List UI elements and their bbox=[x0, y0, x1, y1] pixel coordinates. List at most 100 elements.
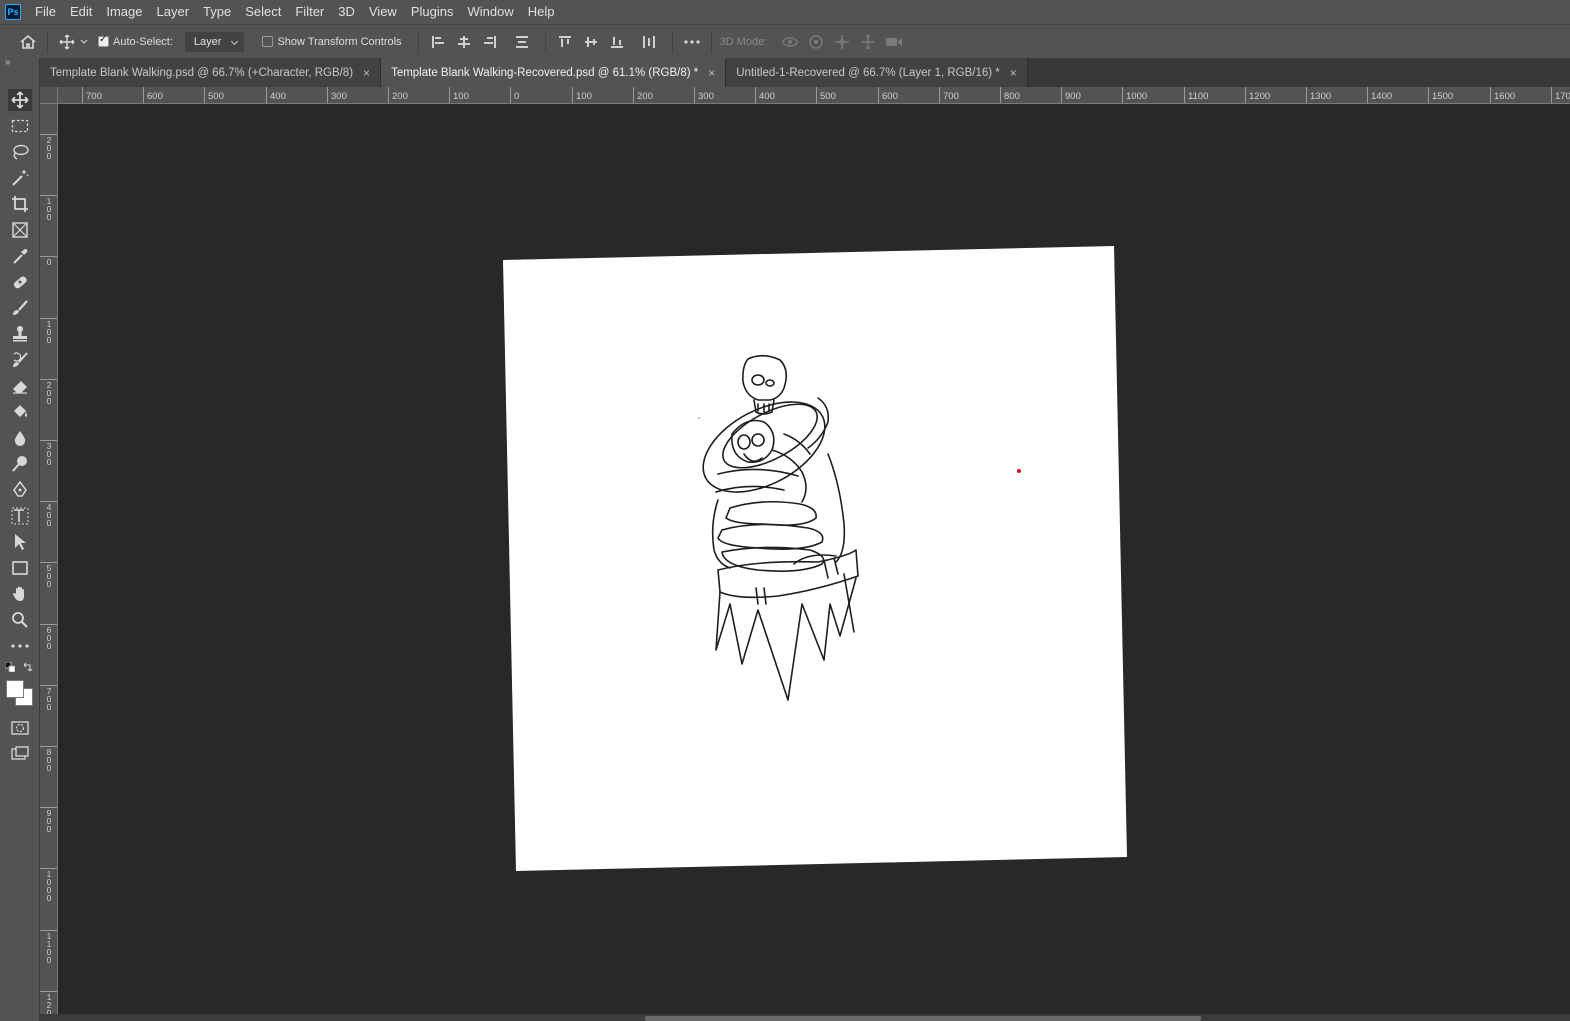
ruler-label: 500 bbox=[208, 91, 224, 102]
ruler-label: 400 bbox=[270, 91, 286, 102]
clone-stamp-tool-icon[interactable] bbox=[8, 323, 32, 345]
ruler-origin[interactable] bbox=[40, 87, 58, 104]
zoom-tool-icon[interactable] bbox=[8, 609, 32, 631]
eraser-tool-icon[interactable] bbox=[8, 375, 32, 397]
document-page[interactable] bbox=[503, 246, 1127, 871]
ruler-label: 300 bbox=[46, 441, 52, 467]
menu-type[interactable]: Type bbox=[196, 0, 238, 24]
default-colors-icon[interactable] bbox=[4, 661, 16, 673]
tab-template-blank-walking-recovered[interactable]: Template Blank Walking-Recovered.psd @ 6… bbox=[381, 58, 727, 87]
menu-edit[interactable]: Edit bbox=[63, 0, 99, 24]
3d-slide-icon[interactable] bbox=[857, 31, 879, 53]
ruler-label: 700 bbox=[46, 686, 52, 712]
3d-pan-icon[interactable] bbox=[831, 31, 853, 53]
move-tool-icon[interactable] bbox=[8, 89, 32, 111]
ruler-label: 200 bbox=[46, 380, 52, 406]
ruler-label: 1400 bbox=[1371, 91, 1393, 102]
menu-select[interactable]: Select bbox=[238, 0, 288, 24]
ruler-label: 1700 bbox=[1555, 91, 1570, 102]
horizontal-scrollbar[interactable] bbox=[645, 1016, 1201, 1021]
menu-view[interactable]: View bbox=[362, 0, 404, 24]
distribute-vertical-icon[interactable] bbox=[511, 31, 533, 53]
ruler-label: 200 bbox=[392, 91, 408, 102]
brush-tool-icon[interactable] bbox=[8, 297, 32, 319]
menu-3d[interactable]: 3D bbox=[331, 0, 362, 24]
menu-image[interactable]: Image bbox=[99, 0, 149, 24]
ruler-tick bbox=[755, 87, 756, 103]
3d-orbit-icon[interactable] bbox=[779, 31, 801, 53]
dodge-tool-icon[interactable] bbox=[8, 453, 32, 475]
ruler-label: 100 bbox=[576, 91, 592, 102]
menu-filter[interactable]: Filter bbox=[288, 0, 331, 24]
align-left-icon[interactable] bbox=[427, 31, 449, 53]
tab-title: Template Blank Walking.psd @ 66.7% (+Cha… bbox=[50, 66, 354, 79]
chevron-down-icon[interactable] bbox=[78, 31, 90, 53]
auto-select-label: Auto-Select: bbox=[113, 35, 173, 48]
options-bar: Auto-Select: Layer Show Transform Contro… bbox=[0, 24, 1570, 58]
tab-untitled-1-recovered[interactable]: Untitled-1-Recovered @ 66.7% (Layer 1, R… bbox=[726, 58, 1028, 87]
document-canvas[interactable] bbox=[58, 104, 1570, 1014]
frame-tool-icon[interactable] bbox=[8, 219, 32, 241]
ruler-tick bbox=[510, 87, 511, 103]
swap-colors-icon[interactable] bbox=[22, 661, 34, 673]
align-top-icon[interactable] bbox=[554, 31, 576, 53]
collapse-panel-icon[interactable]: » bbox=[0, 58, 39, 70]
magic-wand-tool-icon[interactable] bbox=[8, 167, 32, 189]
align-bottom-icon[interactable] bbox=[606, 31, 628, 53]
healing-brush-tool-icon[interactable] bbox=[8, 271, 32, 293]
menu-bar: Ps File Edit Image Layer Type Select Fil… bbox=[0, 0, 1570, 24]
ruler-tick bbox=[1490, 87, 1491, 103]
close-icon[interactable]: × bbox=[708, 66, 715, 80]
close-icon[interactable]: × bbox=[363, 66, 370, 80]
move-tool-preset-icon[interactable] bbox=[56, 31, 78, 53]
ruler-tick bbox=[449, 87, 450, 103]
foreground-color-swatch[interactable] bbox=[6, 680, 24, 698]
tab-template-blank-walking[interactable]: Template Blank Walking.psd @ 66.7% (+Cha… bbox=[40, 58, 382, 87]
distribute-horizontal-icon[interactable] bbox=[638, 31, 660, 53]
menu-plugins[interactable]: Plugins bbox=[404, 0, 461, 24]
quick-mask-icon[interactable] bbox=[8, 717, 32, 739]
history-brush-tool-icon[interactable] bbox=[8, 349, 32, 371]
3d-scale-camera-icon[interactable] bbox=[883, 31, 905, 53]
auto-select-target-dropdown[interactable]: Layer bbox=[184, 31, 245, 52]
path-selection-tool-icon[interactable] bbox=[8, 531, 32, 553]
home-icon[interactable] bbox=[17, 31, 39, 53]
screen-mode-icon[interactable] bbox=[8, 743, 32, 765]
crop-tool-icon[interactable] bbox=[8, 193, 32, 215]
canvas-workspace[interactable] bbox=[58, 104, 1570, 1014]
ruler-label: 900 bbox=[1065, 91, 1081, 102]
menu-help[interactable]: Help bbox=[521, 0, 562, 24]
align-right-icon[interactable] bbox=[479, 31, 501, 53]
ruler-tick bbox=[204, 87, 205, 103]
3d-roll-icon[interactable] bbox=[805, 31, 827, 53]
eyedropper-tool-icon[interactable] bbox=[8, 245, 32, 267]
ruler-tick bbox=[939, 87, 940, 103]
pen-tool-icon[interactable] bbox=[8, 479, 32, 501]
align-horizontal-center-icon[interactable] bbox=[453, 31, 475, 53]
align-vertical-center-icon[interactable] bbox=[580, 31, 602, 53]
more-tools-icon[interactable] bbox=[8, 635, 32, 657]
paint-bucket-tool-icon[interactable] bbox=[8, 401, 32, 423]
ruler-label: 600 bbox=[882, 91, 898, 102]
auto-select-checkbox[interactable] bbox=[98, 34, 109, 47]
ruler-label: 800 bbox=[1004, 91, 1020, 102]
marquee-tool-icon[interactable] bbox=[8, 115, 32, 137]
divider bbox=[47, 30, 48, 53]
vertical-ruler[interactable]: 2001000100200300400500600700800900100011… bbox=[40, 104, 58, 1021]
photoshop-logo-icon: Ps bbox=[5, 4, 21, 20]
horizontal-ruler[interactable]: 700 600 500 400 300 200 100 0 100 200 300 400 500 600… bbox=[58, 87, 1570, 104]
menu-file[interactable]: File bbox=[28, 0, 63, 24]
type-tool-icon[interactable] bbox=[8, 505, 32, 527]
ruler-tick bbox=[1184, 87, 1185, 103]
document-tabs: Template Blank Walking.psd @ 66.7% (+Cha… bbox=[40, 58, 1570, 87]
menu-layer[interactable]: Layer bbox=[150, 0, 197, 24]
lasso-tool-icon[interactable] bbox=[8, 141, 32, 163]
close-icon[interactable]: × bbox=[1010, 66, 1017, 80]
ruler-label: 0 bbox=[46, 257, 52, 267]
show-transform-controls-checkbox[interactable] bbox=[262, 36, 274, 47]
blur-tool-icon[interactable] bbox=[8, 427, 32, 449]
menu-window[interactable]: Window bbox=[460, 0, 520, 24]
more-options-icon[interactable] bbox=[681, 31, 703, 53]
rectangle-tool-icon[interactable] bbox=[8, 557, 32, 579]
hand-tool-icon[interactable] bbox=[8, 583, 32, 605]
